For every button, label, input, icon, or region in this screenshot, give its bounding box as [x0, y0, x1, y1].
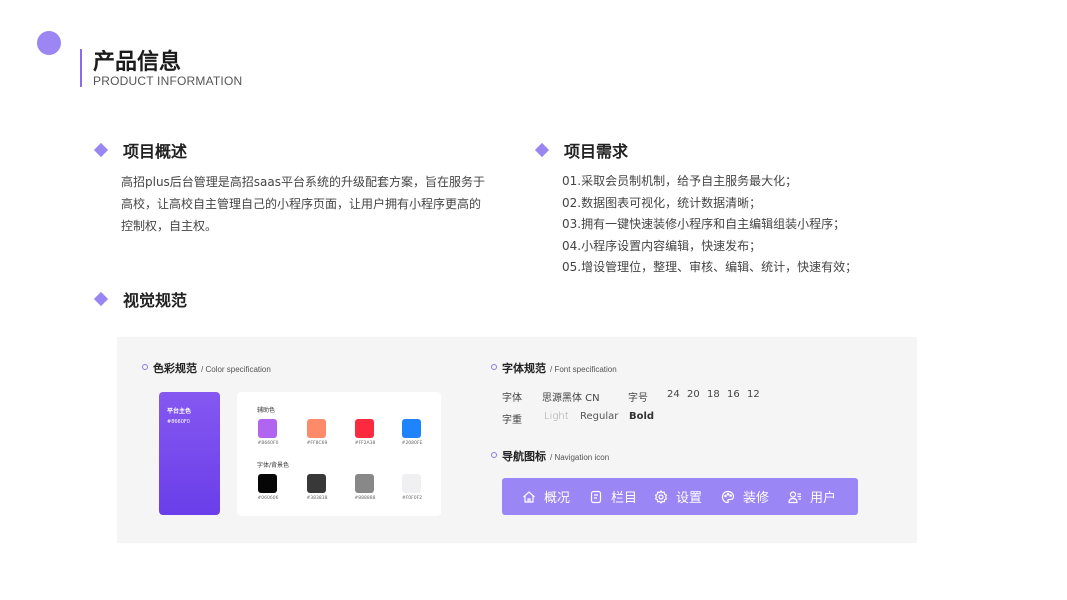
text-swatch-hex: #060606: [257, 496, 279, 501]
main-color-hex: #8660F0: [167, 419, 190, 425]
nav-item-overview[interactable]: 概况: [522, 478, 570, 515]
nav-spec-title: 导航图标: [502, 450, 546, 463]
weight-light: Light: [544, 411, 569, 422]
nav-spec-en: / Navigation icon: [550, 453, 610, 462]
user-icon: [788, 490, 801, 503]
decorative-dot: [37, 31, 61, 55]
nav-spec-heading: 导航图标 / Navigation icon: [491, 448, 609, 464]
text-swatch-hex: #F0F0F2: [401, 496, 423, 501]
column-icon: [590, 490, 602, 503]
text-swatch-hex: #888888: [354, 496, 376, 501]
color-spec-title: 色彩规范: [153, 362, 197, 375]
text-color-label: 字体/背景色: [257, 462, 290, 469]
nav-item-label: 概况: [544, 491, 571, 506]
text-swatch: [307, 474, 326, 493]
overview-heading: 项目概述: [93, 138, 188, 162]
visual-heading: 视觉规范: [93, 287, 188, 311]
font-spec-title: 字体规范: [502, 362, 546, 375]
aux-swatch: [402, 419, 421, 438]
nav-item-label: 装修: [743, 491, 770, 506]
overview-text: 高招plus后台管理是高招saas平台系统的升级配套方案，旨在服务于 高校，让高…: [121, 171, 485, 237]
nav-item-label: 栏目: [611, 491, 638, 506]
requirement-item: 03.拥有一键快速装修小程序和自主编辑组装小程序；: [562, 217, 846, 231]
font-label: 字体: [502, 393, 522, 404]
title-accent-bar: [80, 49, 82, 87]
nav-item-settings[interactable]: 设置: [654, 478, 702, 515]
weight-label: 字重: [502, 415, 522, 426]
overview-line: 控制权，自主权。: [121, 219, 218, 233]
page-title: 产品信息: [93, 50, 182, 75]
requirements-heading: 项目需求: [534, 138, 629, 162]
palette-icon: [721, 490, 735, 503]
overview-title: 项目概述: [123, 142, 188, 161]
overview-line: 高校，让高校自主管理自己的小程序页面，让用户拥有小程序更高的: [121, 197, 482, 211]
bullet-icon: [491, 364, 497, 370]
overview-line: 高招plus后台管理是高招saas平台系统的升级配套方案，旨在服务于: [121, 175, 486, 189]
nav-item-label: 用户: [810, 491, 837, 506]
size-label: 字号: [628, 393, 648, 404]
text-swatch: [402, 474, 421, 493]
aux-swatch-hex: #FF2A38: [354, 441, 376, 446]
aux-color-label: 辅助色: [257, 407, 276, 414]
size-value: 24: [667, 389, 680, 400]
nav-item-user[interactable]: 用户: [788, 478, 836, 515]
bullet-icon: [142, 364, 148, 370]
nav-item-decorate[interactable]: 装修: [721, 478, 769, 515]
font-spec-en: / Font specification: [550, 365, 617, 374]
aux-swatch-hex: #B660F0: [257, 441, 279, 446]
font-name: 思源黑体 CN: [542, 393, 600, 404]
size-value: 20: [687, 389, 700, 400]
aux-swatch: [307, 419, 326, 438]
nav-item-column[interactable]: 栏目: [589, 478, 637, 515]
weight-bold: Bold: [629, 411, 655, 422]
requirement-item: 05.增设管理位，整理、审核、编辑、统计，快速有效；: [562, 260, 858, 274]
requirement-item: 02.数据图表可视化，统计数据清晰；: [562, 195, 762, 210]
aux-swatch: [355, 419, 374, 438]
diamond-icon: [534, 142, 550, 158]
nav-bar-sample: 概况 栏目 设置 装修 用户: [502, 478, 858, 515]
size-value: 16: [727, 389, 740, 400]
nav-item-label: 设置: [676, 491, 703, 506]
text-swatch-hex: #383838: [306, 496, 328, 501]
visual-title: 视觉规范: [123, 291, 188, 310]
aux-swatch-hex: #2080FE: [401, 441, 423, 446]
main-color-label: 平台主色: [167, 408, 192, 415]
size-value: 18: [707, 389, 720, 400]
aux-swatch: [258, 419, 277, 438]
requirement-item: 01.采取会员制机制，给予自主服务最大化；: [562, 174, 798, 188]
text-swatch: [355, 474, 374, 493]
text-swatch: [258, 474, 277, 493]
size-value: 12: [747, 389, 760, 400]
bullet-icon: [491, 452, 497, 458]
requirements-title: 项目需求: [564, 142, 629, 161]
aux-swatch-hex: #FF8C69: [306, 441, 328, 446]
weight-regular: Regular: [580, 411, 619, 422]
color-spec-en: / Color specification: [201, 365, 271, 374]
diamond-icon: [93, 291, 109, 307]
diamond-icon: [93, 142, 109, 158]
requirements-list: 01.采取会员制机制，给予自主服务最大化； 02.数据图表可视化，统计数据清晰；…: [562, 171, 857, 279]
page-subtitle: PRODUCT INFORMATION: [93, 74, 243, 88]
main-color-card: 平台主色 #8660F0: [159, 392, 220, 515]
gear-icon: [654, 489, 668, 504]
font-spec-heading: 字体规范 / Font specification: [491, 360, 617, 376]
requirement-item: 04.小程序设置内容编辑，快速发布；: [562, 238, 762, 253]
color-swatch-card: 辅助色 #B660F0 #FF8C69 #FF2A38 #2080FE 字体/背…: [237, 392, 441, 516]
home-icon: [523, 490, 535, 503]
color-spec-heading: 色彩规范 / Color specification: [142, 360, 271, 376]
